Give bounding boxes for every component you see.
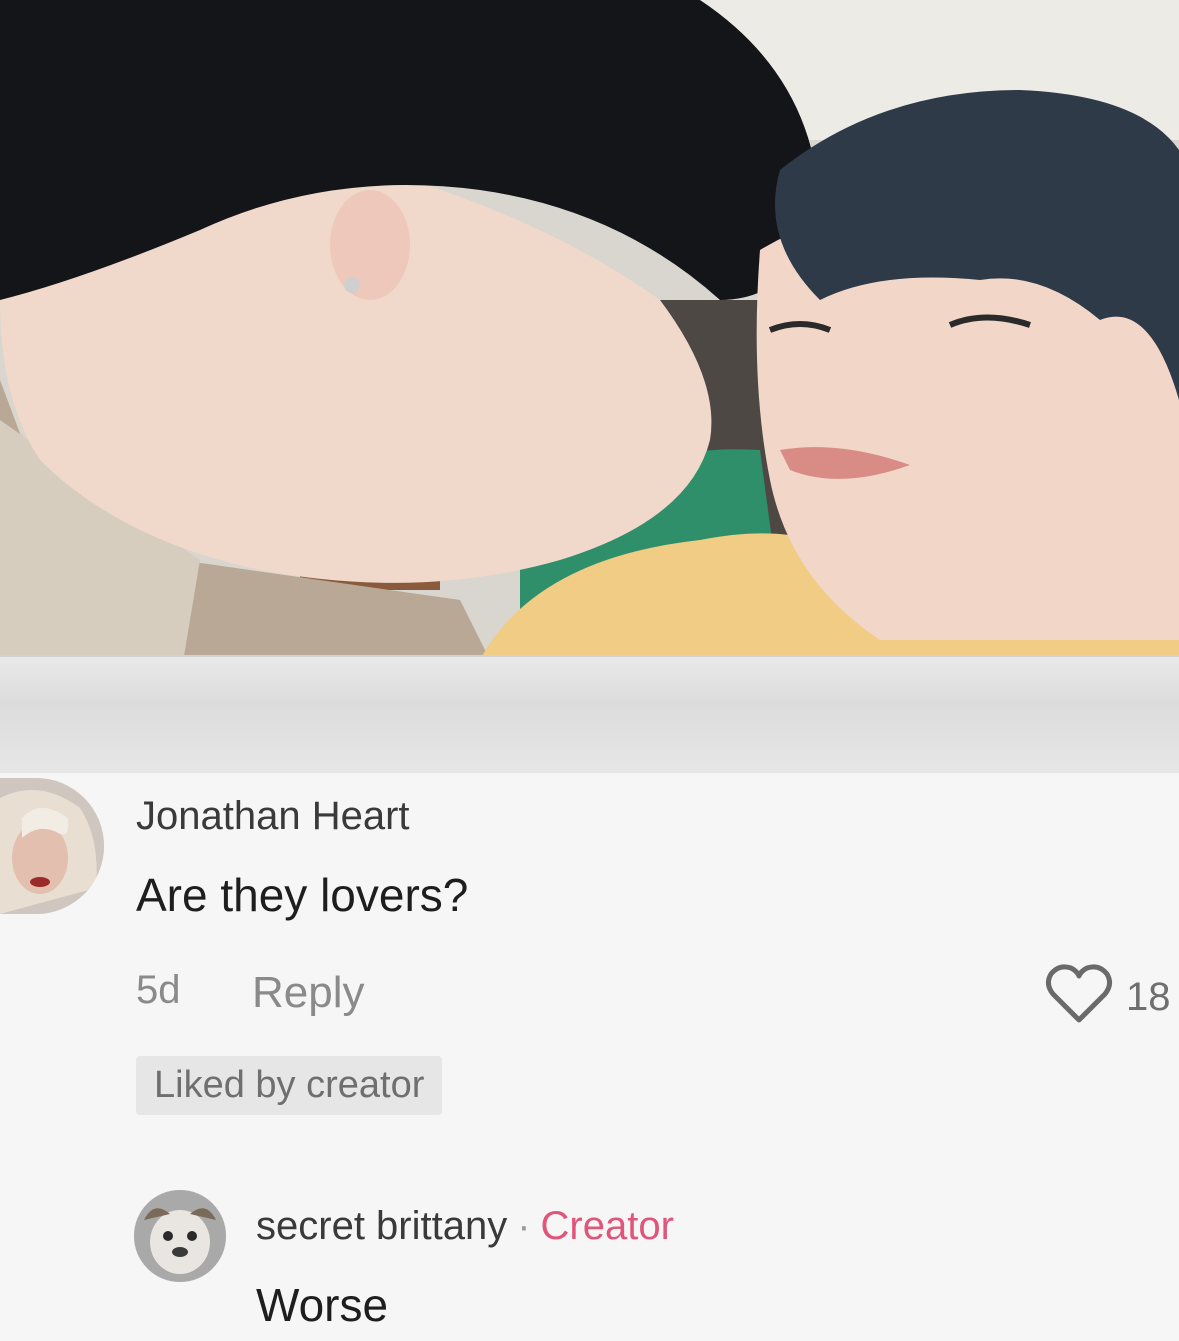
- creator-label: Creator: [540, 1204, 674, 1248]
- heart-outline-icon[interactable]: [1043, 962, 1115, 1026]
- reply-button[interactable]: Reply: [252, 968, 365, 1018]
- reply-username[interactable]: secret brittany: [256, 1204, 507, 1248]
- like-count: 18: [1126, 975, 1171, 1019]
- reply-text: Worse: [256, 1279, 389, 1331]
- reply-avatar[interactable]: [134, 1190, 226, 1282]
- reply-header: secret brittany · Creator: [256, 1204, 674, 1249]
- photo-bottom-border: [0, 655, 1179, 775]
- comment-text: Are they lovers?: [136, 869, 469, 921]
- comment-username[interactable]: Jonathan Heart: [136, 794, 410, 839]
- separator-dot: ·: [517, 1204, 531, 1248]
- liked-by-creator-badge: Liked by creator: [136, 1056, 443, 1115]
- video-frame-photo: [0, 0, 1179, 680]
- comment-timestamp: 5d: [136, 968, 181, 1012]
